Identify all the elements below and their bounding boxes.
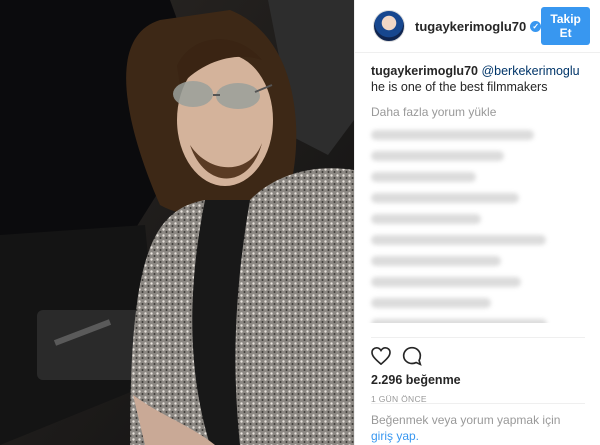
caption-username[interactable]: tugaykerimoglu70	[371, 64, 478, 78]
comments-section: tugaykerimoglu70 @berkekerimoglu he is o…	[355, 53, 600, 323]
username[interactable]: tugaykerimoglu70	[415, 19, 526, 34]
blurred-comment	[371, 151, 504, 161]
login-text: Beğenmek veya yorum yapmak için	[371, 413, 561, 427]
blurred-comment	[371, 130, 534, 140]
caption: tugaykerimoglu70 @berkekerimoglu he is o…	[371, 63, 584, 95]
blurred-comment	[371, 277, 521, 287]
blurred-comment	[371, 256, 501, 266]
login-link[interactable]: giriş yap.	[371, 429, 419, 443]
caption-text: he is one of the best filmmakers	[371, 80, 548, 94]
verified-icon: ✓	[530, 20, 542, 32]
comment-icon[interactable]	[402, 346, 422, 366]
action-icons	[371, 343, 585, 369]
like-count[interactable]: 2.296 beğenme	[371, 373, 585, 387]
post-panel: tugaykerimoglu70 ✓ Takip Et tugaykerimog…	[354, 0, 600, 445]
heart-icon[interactable]	[371, 347, 391, 365]
username-row[interactable]: tugaykerimoglu70 ✓	[415, 19, 542, 34]
instagram-post: tugaykerimoglu70 ✓ Takip Et tugaykerimog…	[0, 0, 600, 445]
login-prompt: Beğenmek veya yorum yapmak için giriş ya…	[371, 403, 585, 444]
caption-mention[interactable]: @berkekerimoglu	[481, 64, 579, 78]
load-more-comments[interactable]: Daha fazla yorum yükle	[371, 105, 584, 119]
blurred-comment	[371, 193, 519, 203]
photo-illustration	[0, 0, 354, 445]
follow-button[interactable]: Takip Et	[541, 7, 590, 45]
blurred-comment	[371, 214, 481, 224]
blurred-comment	[371, 298, 491, 308]
blurred-comment	[371, 319, 547, 323]
post-header: tugaykerimoglu70 ✓ Takip Et	[355, 0, 600, 53]
avatar[interactable]	[373, 10, 405, 42]
blurred-comment	[371, 235, 546, 245]
blurred-comment	[371, 172, 476, 182]
post-photo[interactable]	[0, 0, 354, 445]
post-actions: 2.296 beğenme 1 GÜN ÖNCE	[371, 337, 585, 404]
